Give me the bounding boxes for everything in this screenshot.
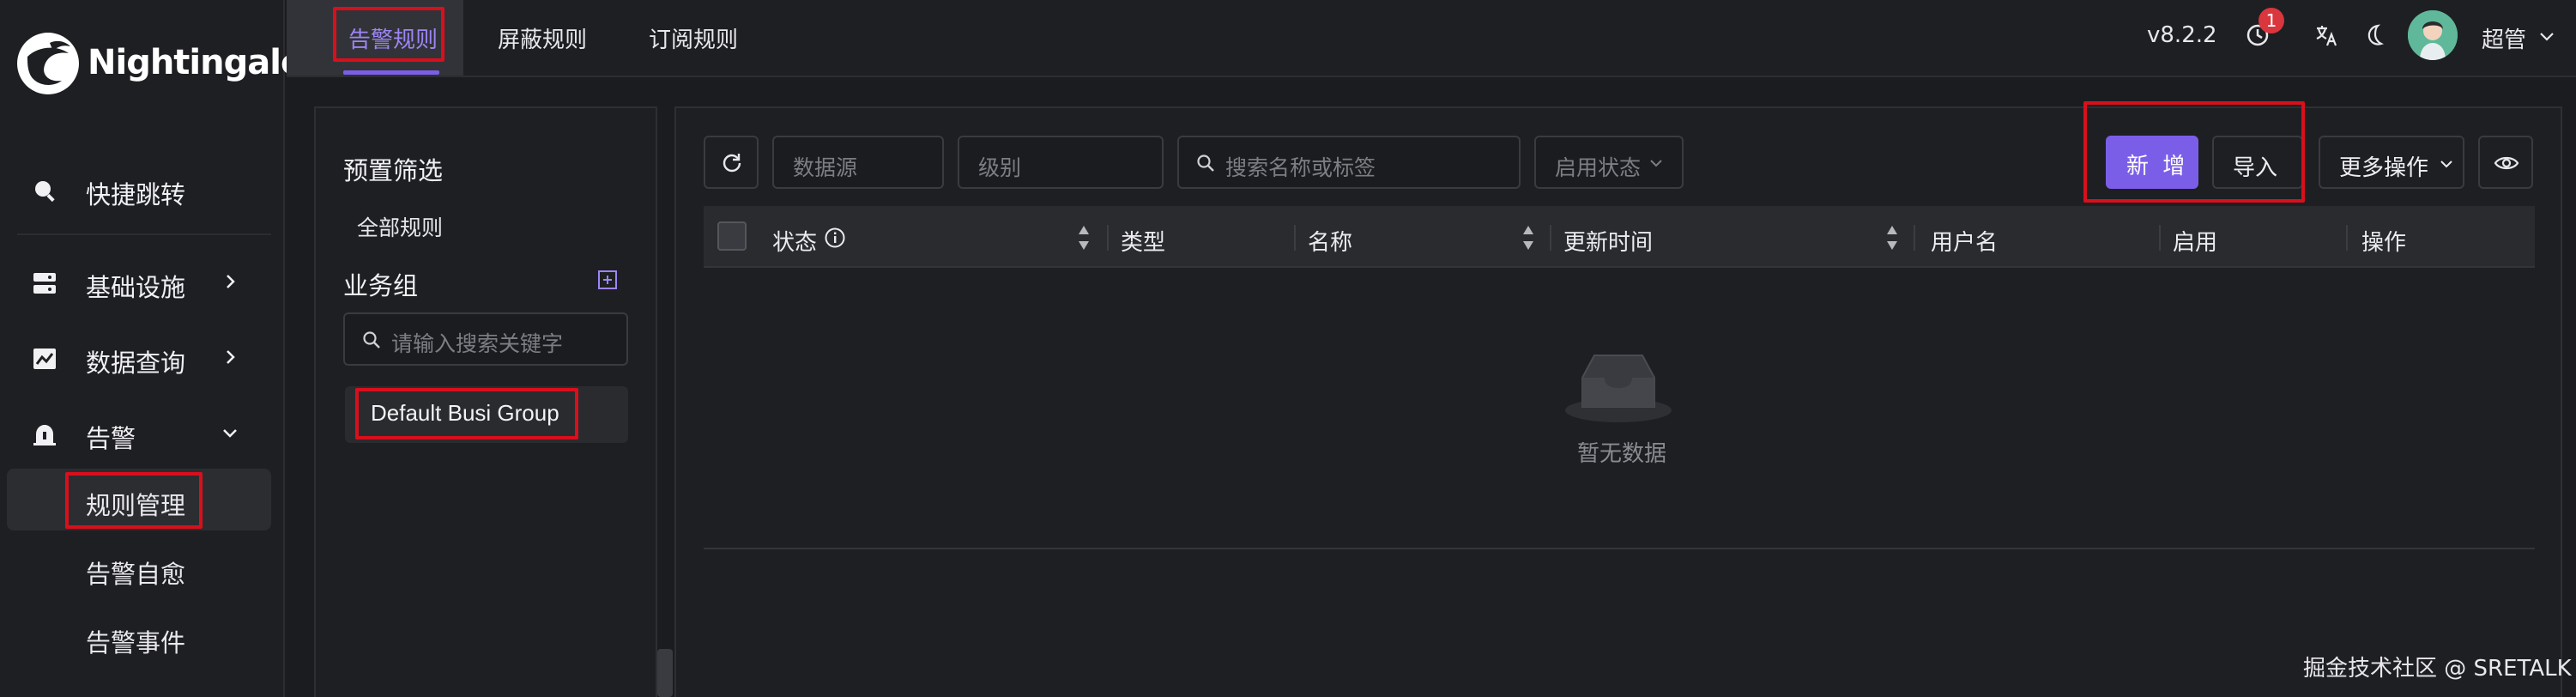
chart-icon [33,348,56,369]
info-icon[interactable] [824,227,846,249]
search-icon [1197,155,1214,172]
sidebar-subitem-alert-events[interactable]: 告警事件 [7,606,271,668]
rule-search-input[interactable]: 搜索名称或标签 [1177,136,1521,189]
add-rule-label: 新 增 [2126,154,2189,179]
severity-select[interactable]: 级别 [958,136,1164,189]
refresh-button[interactable] [704,136,759,189]
more-actions-button[interactable]: 更多操作 [2319,136,2464,189]
column-separator [1107,225,1109,251]
column-header-username: 用户名 [1931,230,1999,256]
notification-badge: 1 [2259,8,2284,33]
import-label: 导入 [2233,155,2278,181]
column-visibility-button[interactable] [2478,136,2533,189]
datasource-placeholder: 数据源 [793,155,858,180]
sidebar-subitem-alert-self-healing[interactable]: 告警自愈 [7,537,271,599]
preset-filter-title: 预置筛选 [343,156,444,185]
import-button[interactable]: 导入 [2212,136,2303,189]
chevron-right-icon [227,275,235,288]
empty-state-text: 暂无数据 [1577,441,1667,467]
sidebar-subitem-label: 告警事件 [86,628,186,658]
sidebar-item-label: 数据查询 [86,348,186,378]
user-avatar-icon [2408,10,2458,60]
sidebar-item-label: 快捷跳转 [86,180,186,209]
sidebar-item-data-query[interactable]: 数据查询 [7,326,271,388]
add-group-icon[interactable] [597,270,618,290]
alarm-icon [33,425,56,445]
severity-placeholder: 级别 [978,155,1022,180]
column-separator [1294,225,1296,251]
tab-alert-rules[interactable]: 告警规则 [287,0,463,76]
column-header-actions: 操作 [2361,230,2407,256]
column-separator [1914,225,1915,251]
app-logo[interactable]: Nightingale [15,31,304,100]
preset-all-rules[interactable]: 全部规则 [357,211,443,242]
chevron-down-icon [1650,160,1662,167]
active-tab-indicator [343,70,439,75]
refresh-icon [723,154,741,173]
sidebar-subitem-rule-management[interactable]: 规则管理 [7,469,271,530]
status-select[interactable]: 启用状态 [1534,136,1684,189]
column-header-enabled: 启用 [2173,230,2218,256]
datasource-select[interactable]: 数据源 [772,136,944,189]
search-icon [35,181,55,203]
column-header-updated-at[interactable]: 更新时间 [1563,225,1653,257]
chevron-down-icon [223,429,237,438]
add-rule-button[interactable]: 新 增 [2106,136,2198,189]
tab-label: 屏蔽规则 [498,27,588,53]
watermark-text: 掘金技术社区 @ SRETALK [2303,656,2572,682]
moon-icon[interactable] [2361,22,2387,48]
translate-icon[interactable] [2313,22,2339,48]
status-placeholder: 启用状态 [1555,155,1642,180]
column-separator [1550,225,1551,251]
panel-scrollbar[interactable] [657,649,673,697]
sidebar-item-label: 基础设施 [86,273,186,302]
business-group-label: Default Busi Group [371,400,559,426]
empty-inbox-icon [1565,355,1672,422]
column-header-status[interactable]: 状态 [772,225,817,257]
chevron-down-icon[interactable] [2537,26,2557,46]
nightingale-logo-icon [17,33,79,94]
chevron-right-icon [227,350,235,364]
column-separator [2159,225,2161,251]
group-search-input[interactable]: 请输入搜索关键字 [343,312,628,366]
sidebar-item-alert[interactable]: 告警 [7,402,271,464]
sort-icon[interactable] [1521,223,1536,252]
tab-subscribe-rules[interactable]: 订阅规则 [640,0,760,76]
server-icon [33,273,56,294]
sidebar-subitem-label: 告警自愈 [86,560,186,589]
version-label: v8.2.2 [2147,22,2217,48]
sidebar-subitem-label: 规则管理 [86,491,186,520]
top-header: 告警规则 屏蔽规则 订阅规则 [287,0,2576,77]
tab-label: 订阅规则 [649,27,739,53]
sidebar-item-quick-jump[interactable]: 快捷跳转 [7,158,271,220]
tab-mute-rules[interactable]: 屏蔽规则 [489,0,609,76]
app-name: Nightingale [88,43,304,82]
tab-label: 告警规则 [348,27,438,53]
sort-icon[interactable] [1076,223,1091,252]
business-group-title: 业务组 [343,271,419,300]
sort-icon[interactable] [1884,223,1900,252]
search-icon [363,331,380,348]
sidebar-divider [17,233,271,235]
column-separator [2346,225,2348,251]
eye-icon [2494,156,2519,170]
rule-search-placeholder: 搜索名称或标签 [1225,155,1376,180]
chevron-down-icon [2440,161,2452,168]
more-actions-label: 更多操作 [2339,155,2429,181]
column-header-type: 类型 [1121,230,1166,256]
column-header-name[interactable]: 名称 [1308,225,1352,257]
group-search-placeholder: 请输入搜索关键字 [391,331,564,356]
table-bottom-divider [704,548,2535,549]
avatar[interactable] [2408,10,2458,60]
sidebar-item-infrastructure[interactable]: 基础设施 [7,251,271,312]
user-name[interactable]: 超管 [2482,22,2526,54]
sidebar: Nightingale 快捷跳转 基础设施 数据查询 告警 规则管理 告警自愈 … [0,0,304,697]
business-group-item[interactable]: Default Busi Group [345,386,628,443]
table-header: 状态 类型 名称 更新时间 用户名 启用 操作 [704,206,2535,268]
select-all-checkbox[interactable] [717,221,747,251]
sidebar-item-label: 告警 [86,424,136,453]
